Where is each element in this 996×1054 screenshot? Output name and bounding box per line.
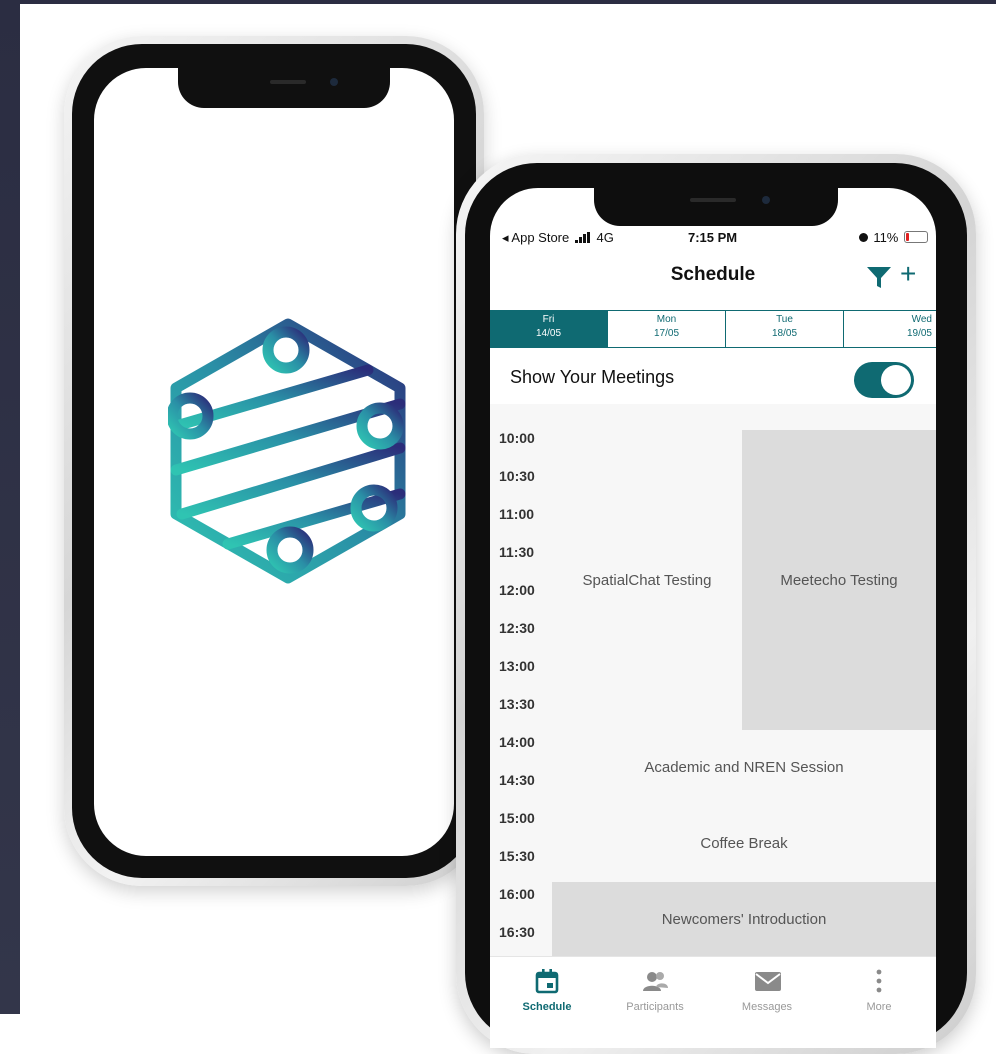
time-label: 16:00 <box>499 886 535 902</box>
tab-schedule[interactable]: Schedule <box>502 967 592 1013</box>
tab-messages[interactable]: Messages <box>722 967 812 1013</box>
time-label: 12:30 <box>499 620 535 636</box>
time-label: 14:30 <box>499 772 535 788</box>
speaker <box>690 198 736 202</box>
tab-label: Messages <box>741 1001 793 1013</box>
time-label: 12:00 <box>499 582 535 598</box>
date-tab-date: 18/05 <box>771 328 798 339</box>
front-camera <box>762 196 770 204</box>
date-tabs: Fri 14/05 Mon 17/05 Tue 18/05 Wed 19/05 <box>490 310 936 348</box>
date-tab-date: 19/05 <box>906 328 932 339</box>
date-tab-date: 17/05 <box>653 328 680 339</box>
status-time: 7:15 PM <box>688 230 738 245</box>
event-academic-nren-session[interactable]: Academic and NREN Session <box>552 732 936 802</box>
envelope-icon <box>755 972 781 991</box>
show-meetings-toggle[interactable] <box>854 362 914 398</box>
signal-icon <box>574 232 591 243</box>
tab-label: Schedule <box>522 1001 572 1013</box>
time-label: 13:30 <box>499 696 535 712</box>
phone-notch <box>594 188 838 226</box>
event-newcomers-introduction[interactable]: Newcomers' Introduction <box>552 882 936 956</box>
speaker <box>270 80 306 84</box>
time-label: 10:00 <box>499 430 535 446</box>
date-tab-day: Tue <box>776 314 793 325</box>
date-tab-date: 14/05 <box>535 328 562 339</box>
show-meetings-label: Show Your Meetings <box>510 367 675 387</box>
tab-participants[interactable]: Participants <box>610 967 700 1013</box>
date-tab-tue[interactable]: Tue 18/05 <box>726 311 844 347</box>
app-screen: ◂ App Store 4G 7:15 PM 11% Schedule + Fr… <box>490 188 936 1048</box>
event-spatialchat-testing[interactable]: SpatialChat Testing <box>552 430 742 730</box>
time-label: 10:30 <box>499 468 535 484</box>
battery-percent: 11% <box>873 230 899 245</box>
toggle-knob <box>881 365 911 395</box>
splash-phone <box>64 36 484 886</box>
network-type: 4G <box>596 230 614 245</box>
time-label: 16:30 <box>499 924 535 940</box>
tab-label: Participants <box>626 1001 684 1013</box>
status-left: ◂ App Store 4G <box>502 230 614 246</box>
date-tab-day: Wed <box>911 314 932 325</box>
date-tab-fri[interactable]: Fri 14/05 <box>490 311 608 347</box>
time-label: 14:00 <box>499 734 535 750</box>
date-tab-mon[interactable]: Mon 17/05 <box>608 311 726 347</box>
add-button[interactable]: + <box>900 260 916 288</box>
back-to-app-store-link[interactable]: ◂ App Store <box>502 230 569 245</box>
time-label: 15:00 <box>499 810 535 826</box>
tab-bar: Schedule Participants Messages More <box>490 956 936 1048</box>
calendar-icon <box>535 969 559 994</box>
alarm-icon <box>858 233 868 242</box>
status-right: 11% <box>858 230 928 245</box>
date-tab-day: Fri <box>542 314 555 325</box>
time-label: 11:00 <box>499 506 535 522</box>
tab-more[interactable]: More <box>834 967 924 1013</box>
phone-notch <box>178 68 390 108</box>
nav-bar: Schedule + <box>490 260 936 294</box>
participants-icon <box>643 972 668 991</box>
front-camera <box>330 78 338 86</box>
status-bar: ◂ App Store 4G 7:15 PM 11% <box>490 228 936 250</box>
background-frame-top <box>0 0 996 4</box>
app-phone: ◂ App Store 4G 7:15 PM 11% Schedule + Fr… <box>456 154 976 1054</box>
date-tab-wed[interactable]: Wed 19/05 <box>844 311 936 347</box>
show-meetings-row: Show Your Meetings <box>490 352 936 404</box>
event-coffee-break[interactable]: Coffee Break <box>552 808 936 878</box>
time-label: 11:30 <box>499 544 535 560</box>
tab-label: More <box>866 1001 892 1013</box>
more-vertical-icon <box>876 969 882 993</box>
date-tab-day: Mon <box>656 314 677 325</box>
filter-icon[interactable] <box>866 264 892 290</box>
time-label: 13:00 <box>499 658 535 674</box>
schedule-grid: SpatialChat Testing Meetecho Testing Aca… <box>490 404 936 972</box>
event-meetecho-testing[interactable]: Meetecho Testing <box>742 430 936 730</box>
time-label: 15:30 <box>499 848 535 864</box>
app-logo <box>168 318 406 584</box>
background-frame-left <box>0 0 20 1014</box>
battery-icon <box>904 231 928 243</box>
